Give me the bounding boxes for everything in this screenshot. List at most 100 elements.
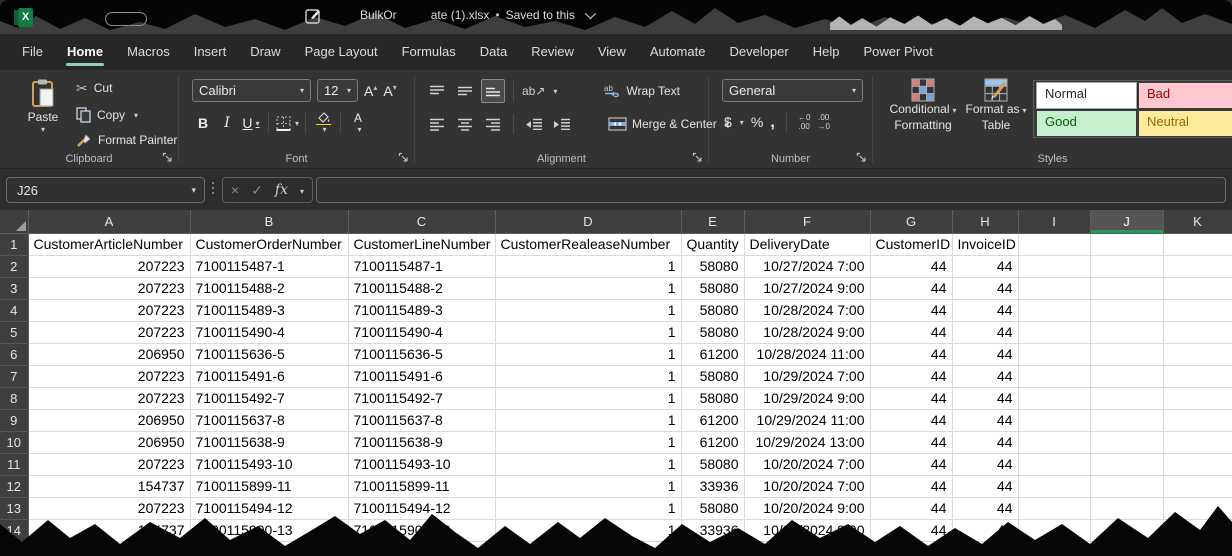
align-bottom-button[interactable] [481, 79, 505, 103]
orientation-button[interactable]: ab↗ [522, 84, 557, 98]
style-normal[interactable]: Normal [1037, 83, 1136, 108]
cell-K8[interactable] [1163, 387, 1232, 409]
cell-J8[interactable] [1090, 387, 1163, 409]
cell-C8[interactable]: 7100115492-7 [348, 387, 495, 409]
format-as-table-button[interactable]: Format as Table [963, 78, 1029, 133]
cell-D8[interactable]: 1 [495, 387, 681, 409]
cell-C1[interactable]: CustomerLineNumber [348, 233, 495, 255]
window-title[interactable]: BulkOr ate (1).xlsx • Saved to this [360, 8, 593, 22]
cell-F4[interactable]: 10/28/2024 7:00 [744, 299, 870, 321]
cell-B8[interactable]: 7100115492-7 [190, 387, 348, 409]
row-header-7[interactable]: 7 [0, 365, 28, 387]
cell-D13[interactable]: 1 [495, 497, 681, 519]
column-header-b[interactable]: B [190, 210, 348, 233]
cell-F2[interactable]: 10/27/2024 7:00 [744, 255, 870, 277]
cell-F13[interactable]: 10/20/2024 9:00 [744, 497, 870, 519]
cell-B5[interactable]: 7100115490-4 [190, 321, 348, 343]
cell-I7[interactable] [1018, 365, 1090, 387]
clipboard-dialog-launcher[interactable] [162, 152, 173, 163]
cell-G6[interactable]: 44 [870, 343, 952, 365]
row-header-1[interactable]: 1 [0, 233, 28, 255]
number-format-combo[interactable]: General [722, 79, 863, 102]
style-good[interactable]: Good [1037, 111, 1136, 136]
cell-H1[interactable]: InvoiceID [952, 233, 1018, 255]
comma-style-button[interactable]: , [770, 117, 775, 127]
name-box[interactable]: J26 [6, 177, 205, 203]
align-center-button[interactable] [453, 112, 477, 136]
cell-J6[interactable] [1090, 343, 1163, 365]
tab-page-layout[interactable]: Page Layout [293, 34, 390, 70]
cell-D12[interactable]: 1 [495, 475, 681, 497]
underline-button[interactable]: U [240, 112, 262, 134]
cell-H3[interactable]: 44 [952, 277, 1018, 299]
cell-G3[interactable]: 44 [870, 277, 952, 299]
cell-K14[interactable] [1163, 519, 1232, 541]
cell-A7[interactable]: 207223 [28, 365, 190, 387]
cell-G7[interactable]: 44 [870, 365, 952, 387]
cell-I14[interactable] [1018, 519, 1090, 541]
cell-J14[interactable] [1090, 519, 1163, 541]
cell-A11[interactable]: 207223 [28, 453, 190, 475]
cell-H[interactable] [952, 541, 1018, 556]
cell-B3[interactable]: 7100115488-2 [190, 277, 348, 299]
font-dialog-launcher[interactable] [398, 152, 409, 163]
cell-K1[interactable] [1163, 233, 1232, 255]
cell-E13[interactable]: 58080 [681, 497, 744, 519]
cell-E1[interactable]: Quantity [681, 233, 744, 255]
column-header-j[interactable]: J [1090, 210, 1163, 233]
cell-D9[interactable]: 1 [495, 409, 681, 431]
tab-macros[interactable]: Macros [115, 34, 182, 70]
cell-C3[interactable]: 7100115488-2 [348, 277, 495, 299]
column-header-g[interactable]: G [870, 210, 952, 233]
style-bad[interactable]: Bad [1139, 83, 1232, 108]
tab-insert[interactable]: Insert [182, 34, 239, 70]
shrink-font-button[interactable]: A▾ [383, 83, 396, 99]
align-left-button[interactable] [425, 112, 449, 136]
row-header-11[interactable]: 11 [0, 453, 28, 475]
fx-chevron-icon[interactable] [300, 181, 304, 199]
cell-H11[interactable]: 44 [952, 453, 1018, 475]
cell-B1[interactable]: CustomerOrderNumber [190, 233, 348, 255]
cell-I4[interactable] [1018, 299, 1090, 321]
font-size-combo[interactable]: 12 [317, 79, 358, 102]
cell-A10[interactable]: 206950 [28, 431, 190, 453]
tab-developer[interactable]: Developer [717, 34, 800, 70]
cell-I11[interactable] [1018, 453, 1090, 475]
cell-A4[interactable]: 207223 [28, 299, 190, 321]
row-header-13[interactable]: 13 [0, 497, 28, 519]
column-header-h[interactable]: H [952, 210, 1018, 233]
formula-input[interactable] [316, 177, 1226, 203]
cell-G14[interactable]: 44 [870, 519, 952, 541]
row-header-10[interactable]: 10 [0, 431, 28, 453]
cell-F9[interactable]: 10/29/2024 11:00 [744, 409, 870, 431]
cell-B10[interactable]: 7100115638-9 [190, 431, 348, 453]
cell-D1[interactable]: CustomerRealeaseNumber [495, 233, 681, 255]
cell-D4[interactable]: 1 [495, 299, 681, 321]
cell-J9[interactable] [1090, 409, 1163, 431]
cell-G9[interactable]: 44 [870, 409, 952, 431]
cell-F1[interactable]: DeliveryDate [744, 233, 870, 255]
tab-draw[interactable]: Draw [238, 34, 292, 70]
cell-C11[interactable]: 7100115493-10 [348, 453, 495, 475]
cell-A5[interactable]: 207223 [28, 321, 190, 343]
cell-B6[interactable]: 7100115636-5 [190, 343, 348, 365]
cell-G1[interactable]: CustomerID [870, 233, 952, 255]
cell-E7[interactable]: 58080 [681, 365, 744, 387]
cell-J5[interactable] [1090, 321, 1163, 343]
cell-F14[interactable]: 10/20/2024 9:00 [744, 519, 870, 541]
cell-C7[interactable]: 7100115491-6 [348, 365, 495, 387]
cell-H6[interactable]: 44 [952, 343, 1018, 365]
cell-D[interactable] [495, 541, 681, 556]
cell-H2[interactable]: 44 [952, 255, 1018, 277]
tab-automate[interactable]: Automate [638, 34, 718, 70]
cell-C2[interactable]: 7100115487-1 [348, 255, 495, 277]
cell-G5[interactable]: 44 [870, 321, 952, 343]
cell-F[interactable] [744, 541, 870, 556]
cell-B4[interactable]: 7100115489-3 [190, 299, 348, 321]
cell-E10[interactable]: 61200 [681, 431, 744, 453]
style-neutral[interactable]: Neutral [1139, 111, 1232, 136]
cell-E8[interactable]: 58080 [681, 387, 744, 409]
row-header-5[interactable]: 5 [0, 321, 28, 343]
currency-button[interactable]: $ [724, 114, 744, 130]
formula-bar-handle[interactable] [212, 182, 214, 194]
